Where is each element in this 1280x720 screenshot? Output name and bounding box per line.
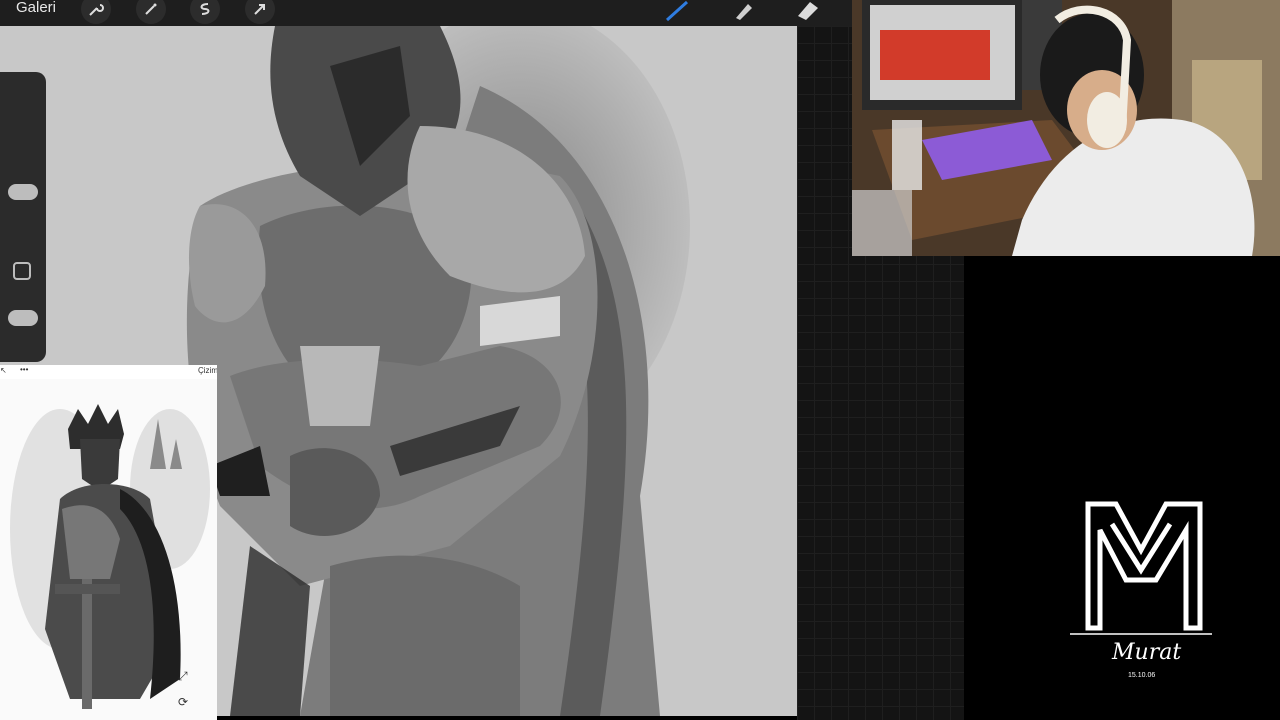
close-icon[interactable]: ↖: [0, 366, 7, 375]
modify-button[interactable]: [13, 262, 31, 280]
rotate-icon[interactable]: ⟳: [178, 695, 188, 709]
top-toolbar: Galeri: [0, 0, 852, 26]
smudge-tool-button[interactable]: [728, 0, 758, 24]
eraser-icon: [798, 2, 818, 20]
selection-icon: [200, 3, 210, 15]
reference-menu-button[interactable]: •••: [20, 365, 28, 374]
reference-header: ↖ ••• Çizim: [0, 365, 217, 379]
signature-date: 15.10.06: [1128, 672, 1156, 679]
webcam-feed: [852, 0, 1280, 256]
wrench-icon: [89, 4, 104, 16]
gallery-button[interactable]: Galeri: [16, 0, 56, 18]
eraser-tool-button[interactable]: [792, 0, 822, 24]
brush-size-slider[interactable]: [8, 184, 38, 200]
actions-wrench-button[interactable]: [81, 0, 111, 24]
opacity-slider[interactable]: [8, 310, 38, 326]
expand-icon[interactable]: ⤢: [178, 669, 188, 684]
move-arrow-icon: [254, 4, 265, 15]
reference-tab-label[interactable]: Çizim: [198, 366, 217, 375]
selection-button[interactable]: [190, 0, 220, 24]
transform-button[interactable]: [245, 0, 275, 24]
brush-tool-button[interactable]: [663, 0, 693, 24]
brush-size-sidebar: [0, 72, 46, 362]
signature: Murat: [1112, 640, 1182, 665]
adjustments-button[interactable]: [136, 0, 166, 24]
brush-icon: [665, 0, 689, 22]
reference-panel: ↖ ••• Çizim ⤢ ⟳: [0, 365, 217, 720]
webcam-overlay: [852, 0, 1280, 256]
smudge-icon: [736, 4, 752, 20]
magic-wand-icon: [145, 3, 157, 15]
